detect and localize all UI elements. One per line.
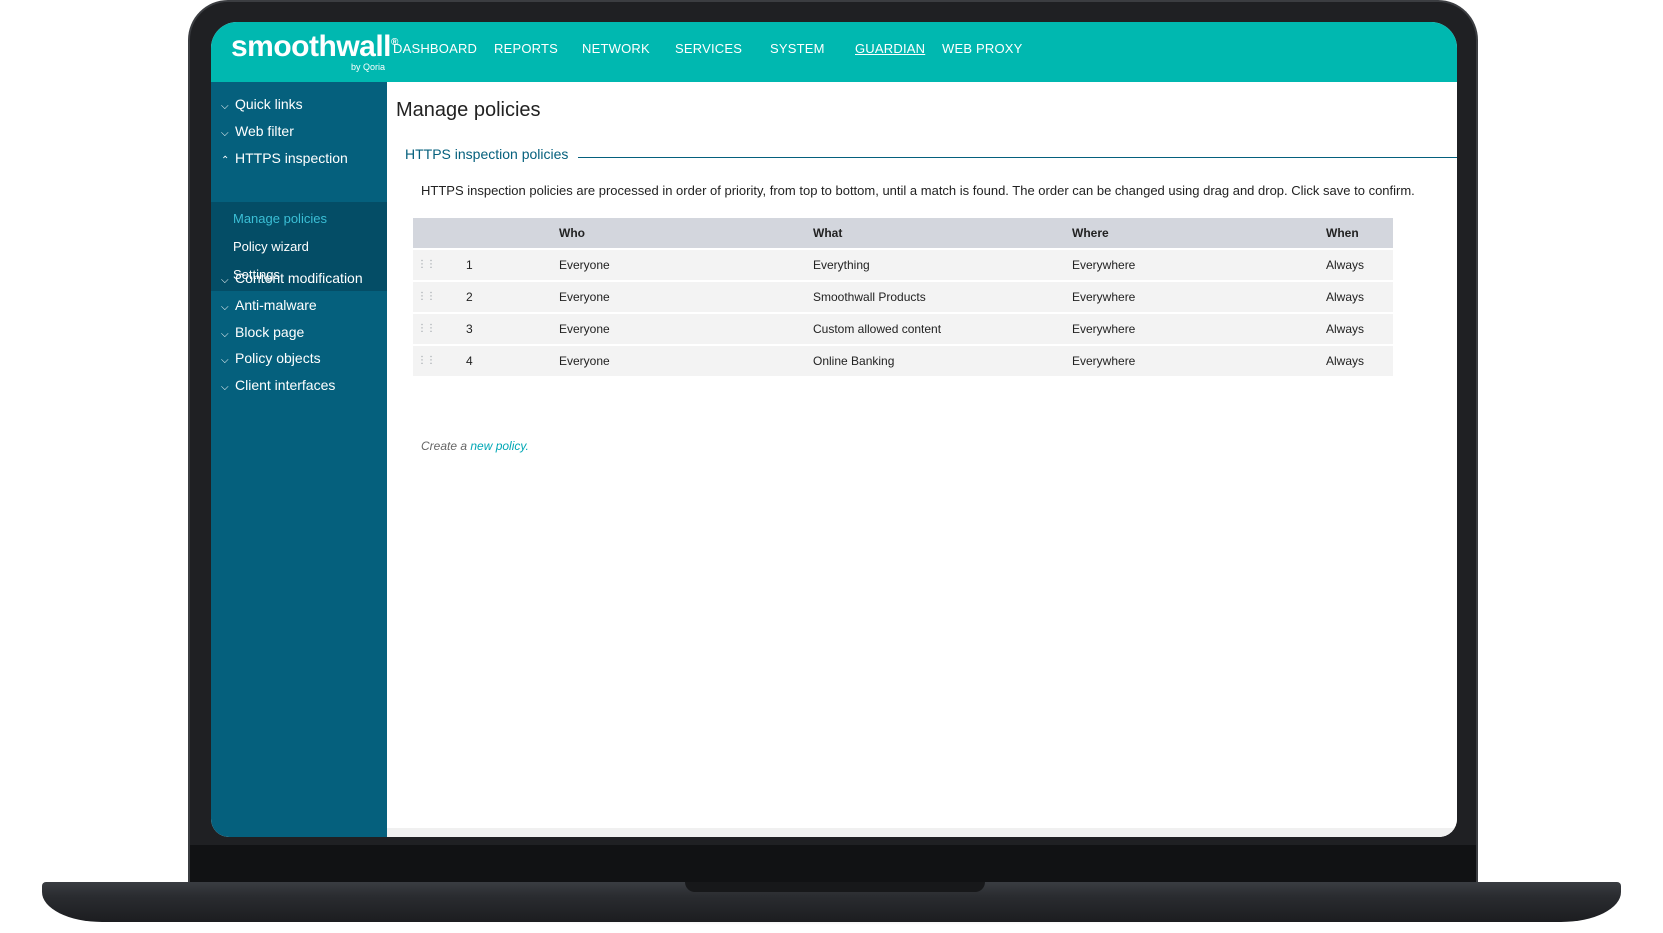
sidebar-item-label: Content modification (235, 270, 363, 286)
nav-system[interactable]: SYSTEM (770, 41, 825, 56)
row-what: Smoothwall Products (813, 290, 926, 304)
submenu-manage-policies[interactable]: Manage policies (233, 211, 327, 226)
table-row[interactable]: ⋮⋮ 2 Everyone Smoothwall Products Everyw… (413, 280, 1393, 312)
sidebar-item-quick-links[interactable]: ⌵ Quick links (221, 96, 303, 112)
row-when: Always (1326, 290, 1365, 304)
policies-table: Who What Where When ⋮⋮ 1 Everyone Everyt… (413, 218, 1393, 376)
nav-reports[interactable]: REPORTS (494, 41, 558, 56)
drag-handle-icon[interactable]: ⋮⋮ (417, 323, 436, 334)
sidebar-item-policy-objects[interactable]: ⌵ Policy objects (221, 350, 321, 366)
sidebar-item-label: HTTPS inspection (235, 150, 348, 166)
nav-network[interactable]: NETWORK (582, 41, 650, 56)
section-description: HTTPS inspection policies are processed … (421, 183, 1415, 198)
row-where: Everywhere (1072, 290, 1136, 304)
page-title: Manage policies (396, 99, 541, 121)
row-who: Everyone (559, 258, 610, 272)
chevron-down-icon: ⌵ (221, 382, 229, 393)
table-row[interactable]: ⋮⋮ 1 Everyone Everything Everywhere Alwa… (413, 248, 1393, 280)
drag-handle-icon[interactable]: ⋮⋮ (417, 291, 436, 302)
create-policy-prompt: Create a new policy. (421, 439, 529, 453)
brand-byline: by Qoria (351, 62, 386, 72)
row-what: Online Banking (813, 354, 895, 368)
row-priority: 4 (466, 354, 473, 368)
row-where: Everywhere (1072, 258, 1136, 272)
column-header-where[interactable]: Where (1072, 226, 1109, 240)
chevron-down-icon: ⌵ (221, 355, 229, 366)
sidebar-item-label: Client interfaces (235, 377, 336, 393)
table-header: Who What Where When (413, 218, 1393, 248)
sidebar: ⌵ Quick links ⌵ Web filter ⌃ HTTPS inspecti… (211, 82, 387, 837)
nav-web-proxy[interactable]: WEB PROXY (942, 41, 1023, 56)
sidebar-item-anti-malware[interactable]: ⌵ Anti-malware (221, 297, 317, 313)
sidebar-item-label: Quick links (235, 96, 303, 112)
sidebar-item-label: Web filter (235, 123, 294, 139)
drag-handle-icon[interactable]: ⋮⋮ (417, 355, 436, 366)
row-when: Always (1326, 258, 1365, 272)
sidebar-item-client-interfaces[interactable]: ⌵ Client interfaces (221, 377, 335, 393)
row-when: Always (1326, 354, 1365, 368)
sidebar-item-label: Anti-malware (235, 297, 317, 313)
section-divider (572, 157, 1457, 158)
sidebar-item-https-inspection[interactable]: ⌃ HTTPS inspection (221, 150, 348, 166)
row-when: Always (1326, 322, 1365, 336)
submenu-policy-wizard[interactable]: Policy wizard (233, 239, 309, 254)
footer-strip (387, 828, 1457, 837)
new-policy-link[interactable]: new policy. (470, 439, 528, 453)
row-where: Everywhere (1072, 322, 1136, 336)
row-where: Everywhere (1072, 354, 1136, 368)
nav-services[interactable]: SERVICES (675, 41, 742, 56)
top-navigation-bar: smoothwall® by Qoria DASHBOARD REPORTS N… (211, 22, 1457, 82)
laptop-notch (685, 882, 985, 892)
brand-name: smoothwall (231, 30, 392, 63)
main-content: Manage policies HTTPS inspection policie… (387, 82, 1457, 837)
row-what: Everything (813, 258, 870, 272)
row-who: Everyone (559, 290, 610, 304)
chevron-down-icon: ⌵ (221, 128, 229, 139)
screen: smoothwall® by Qoria DASHBOARD REPORTS N… (211, 22, 1457, 837)
row-what: Custom allowed content (813, 322, 942, 336)
column-header-who[interactable]: Who (559, 226, 585, 240)
create-policy-prefix: Create a (421, 439, 471, 453)
row-who: Everyone (559, 354, 610, 368)
column-header-what[interactable]: What (813, 226, 842, 240)
nav-guardian[interactable]: GUARDIAN (855, 41, 925, 56)
table-row[interactable]: ⋮⋮ 3 Everyone Custom allowed content Eve… (413, 312, 1393, 344)
chevron-down-icon: ⌵ (221, 275, 229, 286)
row-priority: 2 (466, 290, 473, 304)
sidebar-item-content-modification[interactable]: ⌵ Content modification (221, 270, 363, 286)
section-title: HTTPS inspection policies (405, 146, 579, 162)
row-priority: 3 (466, 322, 473, 336)
row-who: Everyone (559, 322, 610, 336)
row-priority: 1 (466, 258, 473, 272)
brand-logo[interactable]: smoothwall® (231, 30, 398, 64)
table-row[interactable]: ⋮⋮ 4 Everyone Online Banking Everywhere … (413, 344, 1393, 376)
sidebar-item-web-filter[interactable]: ⌵ Web filter (221, 123, 294, 139)
nav-dashboard[interactable]: DASHBOARD (393, 41, 477, 56)
chevron-down-icon: ⌵ (221, 101, 229, 112)
sidebar-item-label: Block page (235, 324, 305, 340)
sidebar-item-label: Policy objects (235, 350, 321, 366)
sidebar-item-block-page[interactable]: ⌵ Block page (221, 324, 304, 340)
laptop-chin (190, 845, 1476, 884)
chevron-up-icon: ⌃ (221, 155, 230, 166)
drag-handle-icon[interactable]: ⋮⋮ (417, 259, 436, 270)
chevron-down-icon: ⌵ (221, 302, 229, 313)
column-header-when[interactable]: When (1326, 226, 1359, 240)
chevron-down-icon: ⌵ (221, 329, 229, 340)
